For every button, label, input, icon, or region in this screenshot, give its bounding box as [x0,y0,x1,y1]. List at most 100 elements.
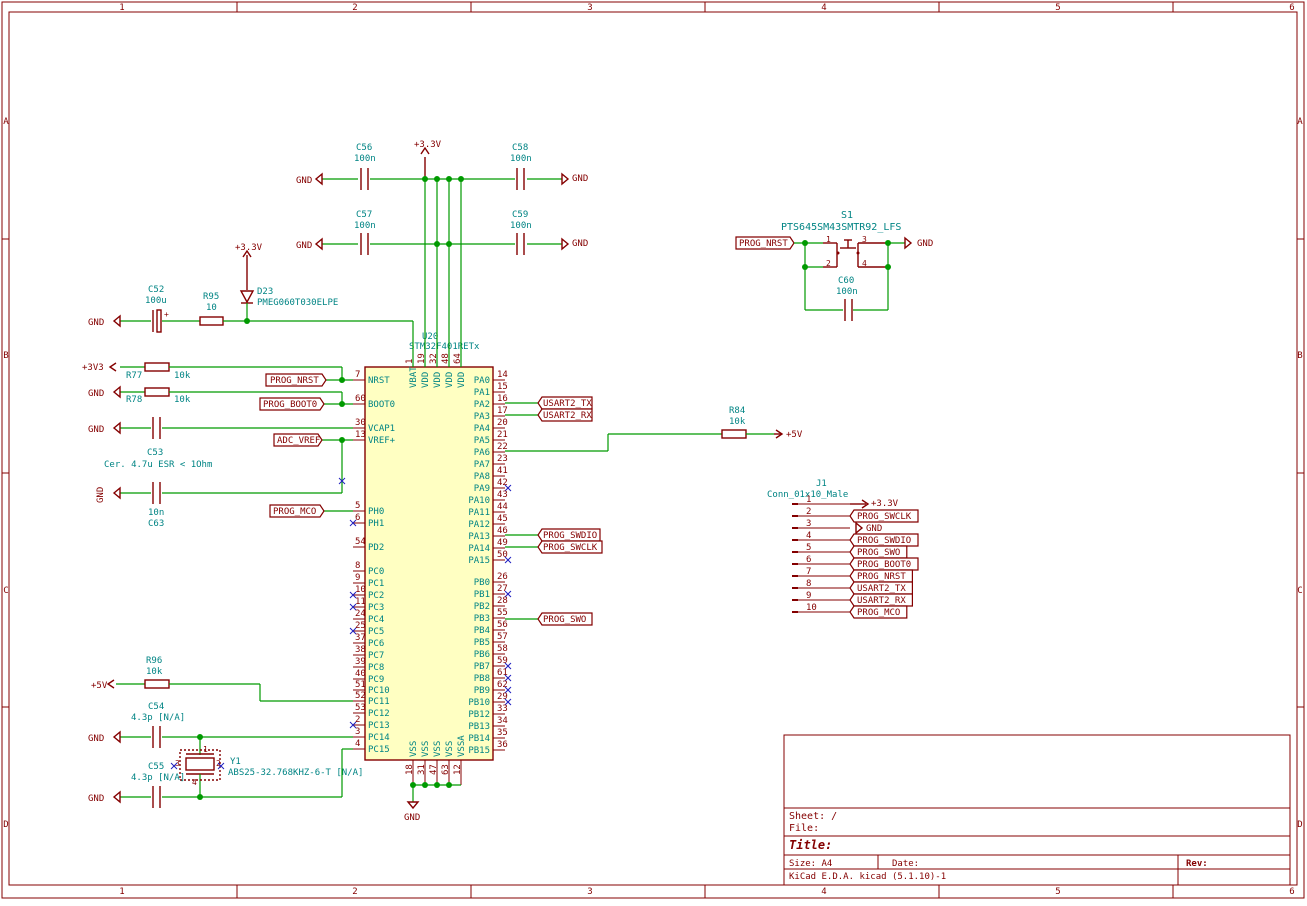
pin-name: PC7 [368,651,384,661]
pin-number: 38 [355,645,366,655]
pin-name: PB9 [474,686,490,696]
title-block-rev: Rev: [1186,859,1208,869]
label-prog-boot0-left[interactable]: PROG_BOOT0 [259,397,325,411]
pin-number: 4 [806,531,811,541]
col-label-bottom: 6 [1289,887,1294,897]
c56-value: 100n [354,154,376,164]
power-label: +3.3V [235,243,263,253]
frame-column-labels: 1 2 3 4 5 6 1 2 3 4 5 6 [119,3,1294,897]
gnd-label-c59: GND [572,239,588,249]
pin-number: 8 [355,561,360,571]
gnd-label-s1: GND [917,239,933,249]
pin-name: PH1 [368,519,384,529]
s1-ref: S1 [841,210,853,221]
pin-name: VSS [421,741,431,757]
pin-name: PC3 [368,603,384,613]
title-block-file: File: [789,823,819,834]
s1-pin: 2 [826,259,831,268]
pin-name: PA13 [468,532,490,542]
pin-name: PA2 [474,400,490,410]
pin-number: 1 [806,495,811,505]
j1-pins: 1 +3.3V 2 PROG_SWCLK 3 GND 4 PROG_SWDIO 5 PROG_SW… [792,495,919,619]
label-adc-vref[interactable]: ADC_VREF [273,433,323,447]
r84-ref: R84 [729,406,745,416]
pin-number: 40 [355,669,366,679]
row-label-left: A [3,117,9,127]
j1-ref: J1 [816,479,827,489]
pin-name: PC13 [368,721,390,731]
pin-name: PB15 [468,746,490,756]
pin-name: VSS [445,741,455,757]
junction [434,176,440,182]
pin-number: 33 [497,704,508,714]
pin-number: 39 [355,657,366,667]
gnd-label-c53: GND [88,425,104,435]
schematic-sheet: 1 2 3 4 5 6 1 2 3 4 5 6 A B C D A B C D … [0,0,1307,902]
c56-ref: C56 [356,143,372,153]
r95-value: 10 [206,303,217,313]
pin-number: 10 [355,585,366,595]
pin-number: 9 [355,573,360,583]
label-prog-nrst-left[interactable]: PROG_NRST [265,373,327,387]
pin-name: PB1 [474,590,490,600]
label-usart2-tx-mcu[interactable]: USART2_TX [537,396,593,410]
c58-ref: C58 [512,143,528,153]
decoupling-section: +3.3V C56 100n C58 100n GND GND C57 100n [296,140,588,367]
row-label-right: C [1297,586,1302,596]
pin-number: 30 [355,418,366,428]
svg-text:USART2_TX: USART2_TX [543,399,592,409]
pin-name: PA11 [468,508,490,518]
pin-number: 57 [497,632,508,642]
c55-ref: C55 [148,762,164,772]
pin-number: 31 [417,764,427,775]
c53-ref: C53 [147,448,163,458]
c59-value: 100n [510,221,532,231]
junction [434,782,440,788]
c60-value: 100n [836,287,858,297]
pin-number: 14 [497,370,508,380]
power-label: +3.3V [871,499,899,509]
pin-name: PC4 [368,615,384,625]
r95-ref: R95 [203,292,219,302]
label-prog-nrst-s1[interactable]: PROG_NRST [735,236,795,250]
r77-ref: R77 [126,371,142,381]
label-prog-mco-left[interactable]: PROG_MCO [269,504,325,518]
pin-number: 2 [355,715,360,725]
r96-value: 10k [146,667,163,677]
pin-name: PA10 [468,496,490,506]
power-symbol-p33-top: +3.3V [414,140,442,178]
y1-ref: Y1 [230,757,241,767]
junction [458,176,464,182]
left-net-labels: PROG_NRST PROG_BOOT0 ADC_VREF PROG_MCO [259,373,327,518]
c59-ref: C59 [512,210,528,220]
pin-name: PC1 [368,579,384,589]
power-label: +3.3V [414,140,442,150]
c57-ref: C57 [356,210,372,220]
r84-value: 10k [729,417,746,427]
label-prog-swo-mcu[interactable]: PROG_SWO [537,612,593,626]
junction [410,782,416,788]
pin-name: VDD [421,372,431,388]
pin-name: VSSA [457,735,467,757]
junction [339,437,345,443]
col-label-top: 5 [1055,3,1060,13]
mcu-u20[interactable]: U20 STM32F401RETx 7NRST60BOOT030VCAP113V… [349,332,512,785]
pin-number: 5 [806,543,811,553]
pin-name: PA9 [474,484,490,494]
pin-name: PA14 [468,544,490,554]
pin-number: 8 [806,579,811,589]
reset-switch-s1[interactable]: S1 PTS645SM43SMTR92_LFS PROG_NRST GND 1 … [735,210,933,321]
connector-j1[interactable]: J1 Conn_01x10_Male 1 +3.3V2 PROG_SWCLK3 GND… [767,479,919,619]
label-usart2-rx-mcu[interactable]: USART2_RX [537,408,593,422]
label-prog-swclk-mcu[interactable]: PROG_SWCLK [537,540,603,554]
pin-name: VSS [433,741,443,757]
pin-name: PC11 [368,697,390,707]
y1-pin: 4 [192,778,197,787]
col-label-top: 3 [587,3,592,13]
pin-number: 56 [497,620,508,630]
u20-value: STM32F401RETx [409,342,480,352]
label-prog-swdio-mcu[interactable]: PROG_SWDIO [537,528,601,542]
r96-section: +5V R96 10k [91,656,353,702]
title-block-tool: KiCad E.D.A. kicad (5.1.10)-1 [789,872,946,882]
junction [885,240,891,246]
